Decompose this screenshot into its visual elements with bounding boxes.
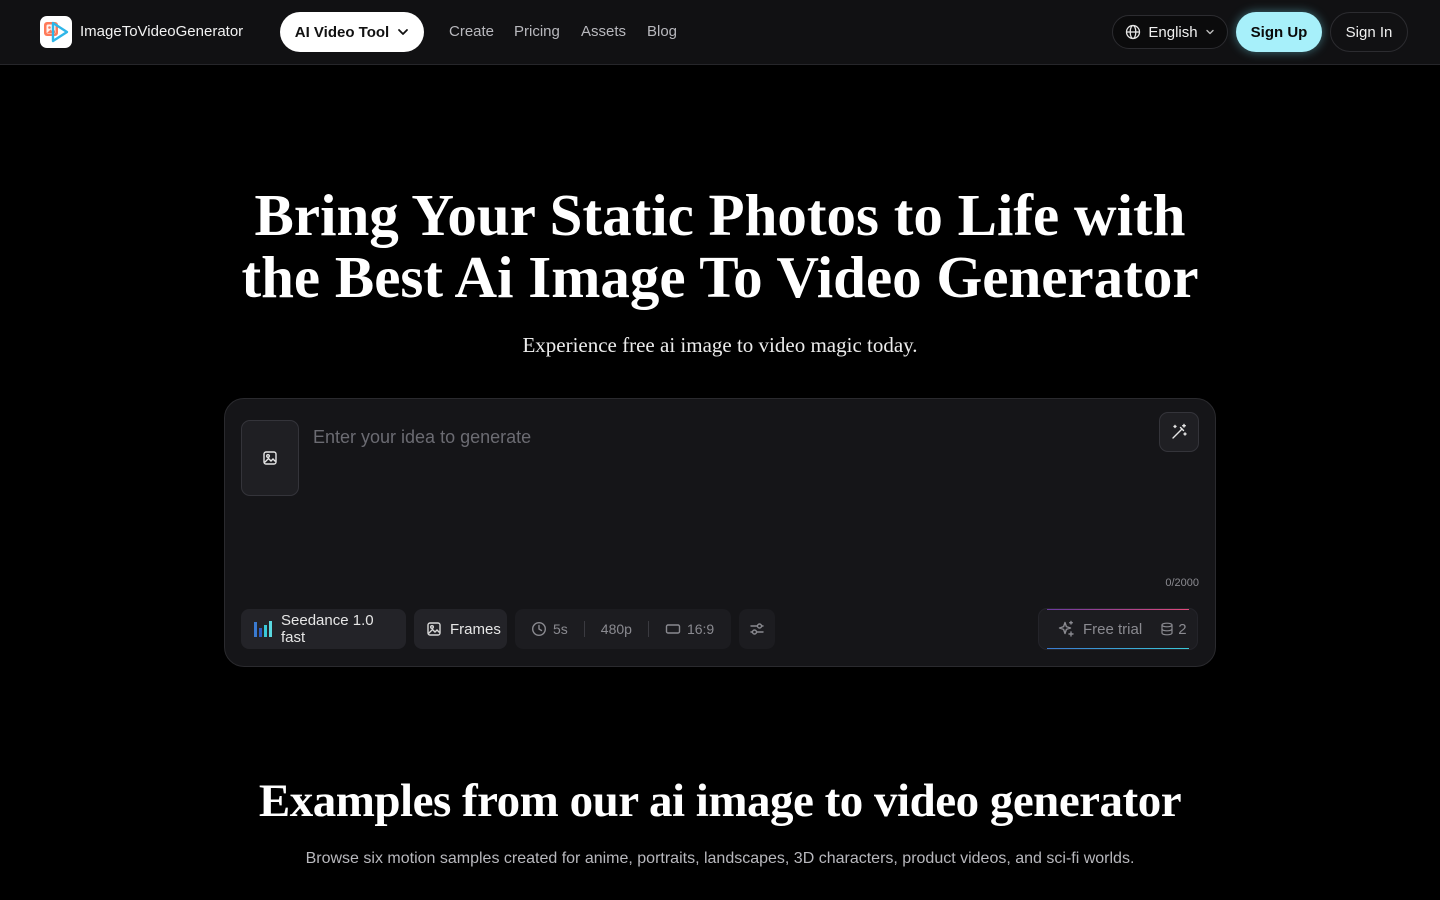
- magic-enhance-button[interactable]: [1159, 412, 1199, 452]
- video-settings-group: 5s 480p 16:9: [515, 609, 731, 649]
- ai-video-tool-dropdown[interactable]: AI Video Tool: [280, 12, 424, 52]
- ai-video-tool-label: AI Video Tool: [294, 23, 390, 41]
- model-selector[interactable]: Seedance 1.0 fast: [241, 609, 406, 649]
- upload-image-button[interactable]: [241, 420, 299, 496]
- aspect-ratio-label: 16:9: [686, 621, 715, 637]
- aspect-ratio-icon: [665, 623, 681, 635]
- clock-icon: [531, 621, 547, 637]
- nav-create-link[interactable]: Create: [449, 23, 494, 41]
- language-label: English: [1148, 23, 1198, 41]
- advanced-settings-button[interactable]: [739, 609, 775, 649]
- hero-subtitle: Experience free ai image to video magic …: [522, 333, 918, 357]
- globe-icon: [1125, 24, 1141, 40]
- nav-blog-link[interactable]: Blog: [647, 23, 677, 41]
- hero-title-line-2: the Best Ai Image To Video Generator: [241, 244, 1199, 310]
- frames-button[interactable]: Frames: [414, 609, 507, 649]
- aspect-ratio-selector[interactable]: 16:9: [649, 609, 730, 649]
- model-bars-icon: [253, 620, 273, 638]
- examples-subtitle: Browse six motion samples created for an…: [305, 850, 1135, 867]
- brand-name[interactable]: ImageToVideoGenerator: [80, 23, 243, 41]
- top-nav-bar: ImageToVideoGenerator AI Video Tool Crea…: [0, 0, 1440, 65]
- credits-count: 2: [1178, 620, 1187, 638]
- sliders-icon: [749, 621, 765, 637]
- hero-title: Bring Your Static Photos to Life with th…: [0, 184, 1440, 308]
- chevron-down-icon: [397, 26, 409, 38]
- resolution-label: 480p: [600, 621, 632, 637]
- duration-selector[interactable]: 5s: [515, 609, 584, 649]
- free-trial-generate-button[interactable]: Free trial 2: [1038, 608, 1198, 650]
- magic-wand-icon: [1170, 423, 1188, 441]
- frames-label: Frames: [450, 620, 501, 638]
- image-icon: [262, 450, 278, 466]
- character-counter: 0/2000: [1165, 577, 1199, 589]
- hero-title-line-1: Bring Your Static Photos to Life with: [254, 182, 1186, 248]
- sign-in-button[interactable]: Sign In: [1330, 12, 1408, 52]
- generator-card: 0/2000 Seedance 1.0 fast Frames: [224, 398, 1216, 667]
- free-trial-label: Free trial: [1083, 620, 1143, 638]
- credits-cost: 2: [1160, 620, 1187, 638]
- resolution-selector[interactable]: 480p: [585, 609, 648, 649]
- sign-up-button[interactable]: Sign Up: [1236, 12, 1322, 52]
- prompt-input[interactable]: [313, 425, 1143, 575]
- nav-pricing-link[interactable]: Pricing: [514, 23, 560, 41]
- language-selector[interactable]: English: [1112, 15, 1228, 49]
- duration-label: 5s: [553, 621, 568, 637]
- sparkles-icon: [1057, 620, 1075, 638]
- chevron-down-icon: [1205, 27, 1215, 37]
- database-icon: [1160, 622, 1174, 636]
- examples-title: Examples from our ai image to video gene…: [258, 775, 1182, 827]
- image-icon: [426, 621, 442, 637]
- nav-assets-link[interactable]: Assets: [581, 23, 626, 41]
- brand-logo-icon[interactable]: [40, 16, 72, 48]
- model-label: Seedance 1.0 fast: [281, 612, 374, 646]
